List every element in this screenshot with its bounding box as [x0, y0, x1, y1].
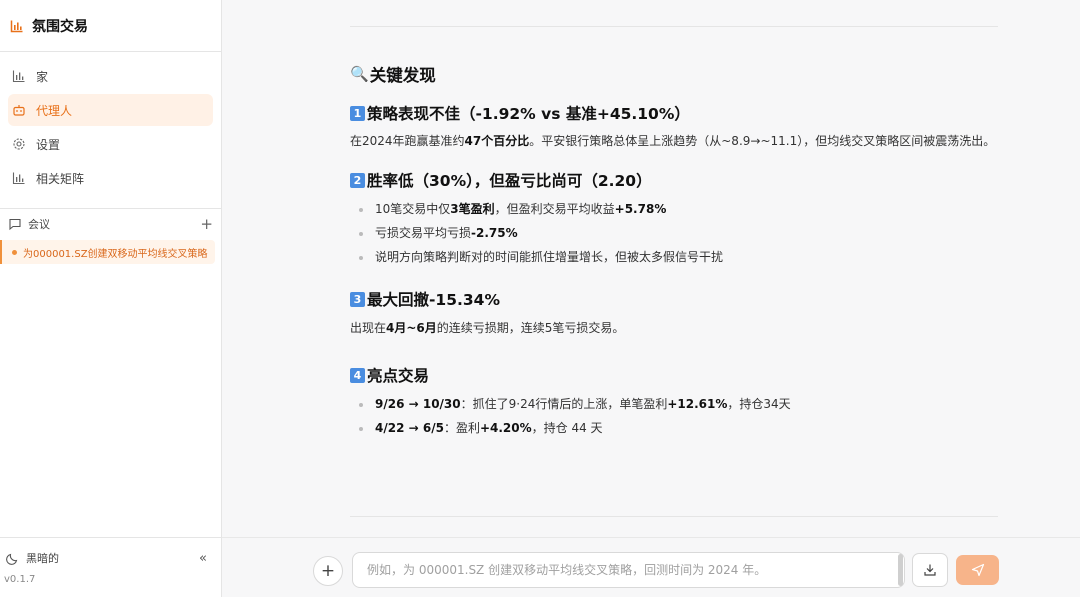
meeting-item[interactable]: 为000001.SZ创建双移动平均线交叉策略 — [0, 240, 215, 264]
sidebar-item-home[interactable]: 家 — [8, 60, 213, 92]
section-title-text: 最大回撤-15.34% — [367, 291, 500, 309]
chat-icon — [8, 217, 22, 231]
sidebar-item-agent[interactable]: 代理人 — [8, 94, 213, 126]
sidebar-nav: 家 代理人 设置 相关矩阵 — [0, 52, 221, 209]
para-text: 。平安银行策略总体呈上涨趋势（从~8.9→~11.1），但均线交叉策略区间被震荡… — [529, 134, 996, 148]
sidebar-item-label: 设置 — [36, 137, 61, 152]
prompt-input[interactable] — [352, 552, 905, 588]
download-button[interactable] — [912, 553, 948, 587]
bar-chart-icon — [10, 19, 24, 33]
number-badge-icon: 1 — [350, 105, 365, 121]
number-badge-icon: 4 — [350, 367, 365, 383]
divider — [350, 26, 998, 27]
para-text: 的连续亏损期，连续5笔亏损交易。 — [436, 321, 625, 335]
meetings-header: 会议 + — [0, 210, 221, 238]
list-item: 9/26 → 10/30：抓住了9·24行情后的上涨，单笔盈利+12.61%，持… — [350, 392, 998, 416]
section-title-2: 2 胜率低（30%），但盈亏比尚可（2.20） — [350, 169, 998, 191]
main-panel: 🔍 关键发现 1 策略表现不佳（-1.92% vs 基准+45.10%） 在20… — [222, 0, 1080, 597]
collapse-sidebar-button[interactable]: « — [199, 551, 207, 566]
bot-icon — [12, 103, 26, 117]
number-badge-icon: 2 — [350, 172, 365, 188]
version-label: v0.1.7 — [4, 574, 36, 585]
section-title-1: 1 策略表现不佳（-1.92% vs 基准+45.10%） — [350, 102, 998, 124]
sidebar-item-settings[interactable]: 设置 — [8, 128, 213, 160]
magnifier-icon: 🔍 — [350, 65, 369, 83]
divider — [350, 516, 998, 517]
section-title-text: 胜率低（30%），但盈亏比尚可（2.20） — [367, 172, 652, 190]
sidebar-item-correlation-matrix[interactable]: 相关矩阵 — [8, 162, 213, 194]
sidebar-footer: 黑暗的 « v0.1.7 — [0, 537, 221, 597]
meetings-label: 会议 — [28, 218, 50, 231]
gear-icon — [12, 137, 26, 151]
sidebar: 氛围交易 家 代理人 设置 相关矩阵 会议 + 为000001.SZ创建双移动平… — [0, 0, 222, 597]
meeting-item-label: 为000001.SZ创建双移动平均线交叉策略 — [23, 248, 208, 260]
send-icon — [971, 563, 985, 577]
sidebar-item-label: 家 — [36, 69, 49, 84]
list-item: 说明方向策略判断对的时间能抓住增量增长，但被太多假信号干扰 — [350, 245, 998, 269]
send-button[interactable] — [956, 555, 999, 585]
bar-chart-icon — [12, 171, 26, 185]
list-item: 4/22 → 6/5：盈利+4.20%，持仓 44 天 — [350, 416, 998, 440]
app-title: 氛围交易 — [32, 18, 88, 35]
add-meeting-button[interactable]: + — [200, 216, 213, 232]
section-title-4: 4 亮点交易 — [350, 364, 998, 386]
bullet-list: 10笔交易中仅3笔盈利，但盈利交易平均收益+5.78% 亏损交易平均亏损-2.7… — [350, 197, 998, 269]
active-dot-icon — [12, 249, 17, 255]
theme-toggle[interactable]: 黑暗的 — [6, 550, 59, 566]
sidebar-item-label: 相关矩阵 — [36, 171, 85, 186]
input-scrollbar[interactable] — [898, 554, 903, 586]
report-heading-text: 关键发现 — [369, 66, 436, 85]
sidebar-item-label: 代理人 — [36, 103, 73, 118]
bullet-list: 9/26 → 10/30：抓住了9·24行情后的上涨，单笔盈利+12.61%，持… — [350, 392, 998, 440]
para-text: 在2024年跑赢基准约 — [350, 134, 465, 148]
composer: + — [222, 537, 1080, 597]
section-paragraph: 出现在4月~6月的连续亏损期，连续5笔亏损交易。 — [350, 318, 998, 339]
number-badge-icon: 3 — [350, 291, 365, 307]
para-bold: 4月~6月 — [386, 321, 437, 335]
report-content: 🔍 关键发现 1 策略表现不佳（-1.92% vs 基准+45.10%） 在20… — [350, 62, 998, 440]
para-text: 出现在 — [350, 321, 387, 335]
brand[interactable]: 氛围交易 — [0, 0, 221, 52]
download-icon — [923, 563, 937, 577]
section-title-text: 亮点交易 — [367, 367, 430, 385]
report-heading: 🔍 关键发现 — [350, 62, 998, 86]
list-item: 亏损交易平均亏损-2.75% — [350, 221, 998, 245]
section-paragraph: 在2024年跑赢基准约47个百分比。平安银行策略总体呈上涨趋势（从~8.9→~1… — [350, 131, 998, 152]
theme-label: 黑暗的 — [26, 552, 59, 565]
section-title-text: 策略表现不佳（-1.92% vs 基准+45.10%） — [367, 105, 690, 123]
add-attachment-button[interactable]: + — [313, 556, 343, 586]
bar-chart-icon — [12, 69, 26, 83]
list-item: 10笔交易中仅3笔盈利，但盈利交易平均收益+5.78% — [350, 197, 998, 221]
moon-icon — [6, 551, 20, 565]
section-title-3: 3 最大回撤-15.34% — [350, 288, 998, 310]
para-bold: 47个百分比 — [464, 134, 530, 148]
